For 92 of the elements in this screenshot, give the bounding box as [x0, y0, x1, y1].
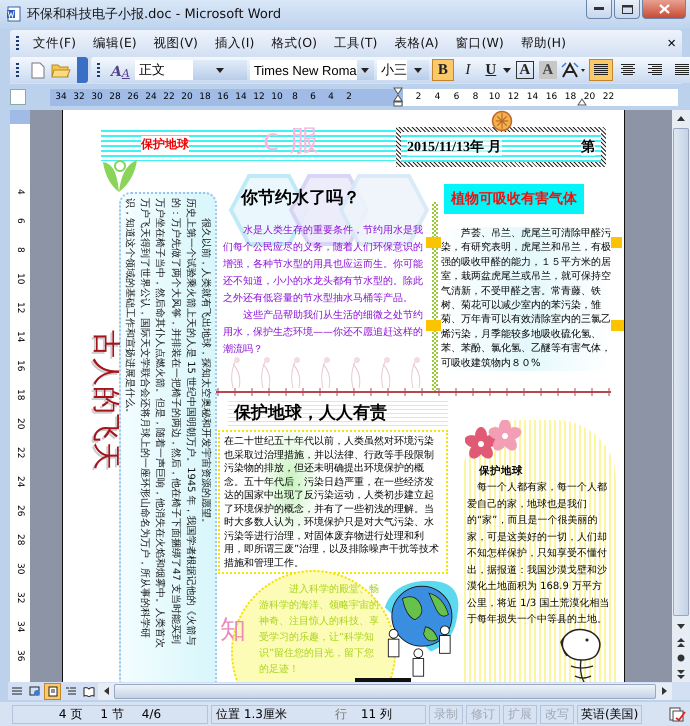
ruler-number: 32 — [72, 92, 86, 102]
ruler-number: 24 — [144, 92, 158, 102]
ruler-number: 34 — [54, 92, 68, 102]
underline-button[interactable]: U — [482, 59, 500, 81]
ruler-number: 10 — [14, 272, 26, 286]
ruler-number: 6 — [309, 92, 317, 102]
ruler-number: 12 — [506, 92, 520, 102]
article-heading: 你节约水了吗？ — [241, 187, 360, 209]
date-text: 2015/11/13年 月 — [407, 138, 502, 156]
ruler-number: 10 — [270, 92, 284, 102]
ruler-number: 8 — [472, 92, 480, 102]
ruler-number: 16 — [14, 358, 26, 374]
issue-text: 第 — [581, 138, 595, 156]
section-indicator: 1 节 — [100, 706, 124, 722]
menu-item[interactable]: 工具(T) — [326, 32, 386, 54]
style-dropdown[interactable]: 正文 — [134, 60, 247, 80]
ruler-number: 4 — [327, 92, 335, 102]
ruler-number: 16 — [216, 92, 230, 102]
ruler-number: 36 — [14, 648, 26, 664]
ruler-number: 2 — [414, 92, 422, 102]
article-paragraph: 水是人类生存的重要条件，节约用水是我们每个公民应尽的义务，随着人们环保意识的增强，各种节水型的用具也应运而生。你可能还不知道，小小的水龙头都有节水型的。除此之外还有低容量的节水型抽水马桶等产品。 — [223, 224, 424, 306]
column-indicator: 11 列 — [360, 706, 392, 722]
ruler-number: 8 — [291, 92, 299, 102]
bold-button[interactable]: B — [432, 59, 454, 81]
header-title: 保护地球 — [141, 136, 189, 153]
article-paragraph: 进入科学的殿堂、畅游科学的海洋、领略宇宙的神奇、注目惊人的科技、享受学习的乐趣，让“科学知识”留住您的目光，留下您的足迹！ — [259, 582, 380, 677]
ruler-number: 32 — [14, 590, 26, 606]
menu-item[interactable]: 编辑(E) — [84, 32, 146, 54]
line-indicator: 行 — [334, 706, 347, 722]
window-title: 环保和科技电子小报.doc - Microsoft Word — [27, 6, 282, 23]
ruler-number: 30 — [14, 562, 26, 576]
ruler-number: 14 — [526, 92, 540, 102]
menu-item[interactable]: 格式(O) — [263, 32, 326, 54]
menu-item[interactable]: 表格(A) — [386, 32, 448, 54]
ruler-number: 14 — [234, 92, 248, 102]
vertical-text-line: 识，知道这个领域的基础工作和宣扬进展是什么。 — [122, 198, 136, 420]
ruler-number: 28 — [14, 532, 26, 548]
ruler-number: 12 — [14, 300, 26, 316]
vertical-text-line: 的：万户先做了两个大风筝，并排装在一把椅子的两边，然后，他在椅子下面捆绑了47 支当时能买到 — [168, 198, 182, 646]
ruler-number: 4 — [14, 188, 26, 196]
ruler-number: 18 — [198, 92, 212, 102]
font-size-dropdown[interactable]: 小三 — [376, 60, 429, 80]
vertical-text-line: 万户飞天得到了世界公认，国际天文学联合会还将月球上的一座环形山命名为万户，所从事的科学研 — [138, 198, 152, 640]
ruler-number: 22 — [602, 92, 616, 102]
ruler-number: 14 — [14, 330, 26, 344]
ruler-number: 20 — [180, 92, 194, 102]
menu-item[interactable]: 帮助(H) — [512, 32, 575, 54]
ruler-number: 28 — [108, 92, 122, 102]
position-indicator: 位置 1.3厘米 — [216, 706, 287, 722]
ruler-number: 20 — [14, 416, 26, 432]
ruler-number: 26 — [14, 504, 26, 518]
ruler-number: 30 — [90, 92, 104, 102]
styles-button[interactable]: AA — [109, 60, 132, 80]
ruler-number: 22 — [14, 446, 26, 460]
article-heading: 保护地球，人人有责 — [228, 398, 448, 427]
ruler-number: 8 — [14, 246, 26, 254]
page-indicator: 4 页 — [58, 706, 82, 722]
vertical-text-line: 很久以前，人类就有飞出地球，探知太空奥秘和开发宇宙资源的愿望。 — [199, 217, 212, 530]
ruler-number: 18 — [14, 388, 26, 402]
ruler-number: 6 — [452, 92, 460, 102]
menu-item[interactable]: 窗口(W) — [448, 32, 513, 54]
font-dropdown[interactable]: Times New Roma — [250, 60, 374, 80]
ruler-number: 6 — [14, 216, 26, 226]
article-paragraph: 芦荟、吊兰、虎尾兰可清除甲醛污染，有研究表明，虎尾兰和吊兰，有极强的吸收甲醛的能力，１５平方米的居室，栽两盆虎尾兰或吊兰，就可保持空气清新，不受甲醛之害。常青藤、铁树、菊花可以减少室内的苯污染，雏菊、万年青可以有效清除室内的三氯乙烯污染，月季能较多地吸收硫化氢、苯、苯酚、氯化氢、乙醚等有害气体，可吸收建筑物内８０% — [441, 227, 611, 372]
vertical-title: 古人的飞天 — [89, 330, 124, 472]
article-paragraph: 在二十世纪五十年代以前，人类虽然对环境污染也采取过治理措施，并以法律、行政等手段限制污染物的排放，但还未明确提出环境保护的概念。五十年代后，污染日趋严重，在一些经济发达的国家中出现了反污染运动，人类初步建立起了环境保护的概念，并有了一些初浅的理解。当时大多数人认为，环境保护只是对大气污染、水污染等进行治理，对固体废弃物进行处理和利用，即所谓三废”治理，以及排除噪声干扰等技术措施和管理工作。 — [224, 435, 440, 570]
menu-item[interactable]: 视图(V) — [146, 32, 207, 54]
ruler-number: 12 — [252, 92, 266, 102]
ruler-number: 10 — [488, 92, 502, 102]
ruler-number: 2 — [345, 92, 353, 102]
ruler-number: 18 — [564, 92, 578, 102]
ruler-number: 16 — [544, 92, 558, 102]
article-heading: 保护地球 — [479, 464, 523, 478]
border-button[interactable]: A — [514, 59, 536, 81]
menu-item[interactable]: 文件(F) — [25, 32, 85, 54]
ruler-number: 4 — [434, 92, 442, 102]
ruler-number: 26 — [126, 92, 140, 102]
ruler-number: 24 — [14, 474, 26, 490]
language-indicator[interactable]: 英语(美国) — [577, 704, 642, 724]
article-heading: 植物可吸收有害气体 — [444, 184, 584, 214]
ruler-number: 22 — [162, 92, 176, 102]
vertical-text-line: 历史上第一个试验乘火箭上天的人是 15 世纪中国明朝万户。1945 年，我国学者根据记他的《火箭与 — [184, 198, 198, 648]
ruler-number: 20 — [582, 92, 596, 102]
shade-button[interactable]: A — [538, 61, 557, 79]
vertical-text-line: 万户坐在椅子当中，然后命其仆人点燃火箭。但是，随着一声巨响，他消失在火焰和烟雾中。人类首次 — [153, 198, 166, 650]
article-paragraph: 每一个人都有家，每一个人都爱自己的家，地球也是我们的“家”，而且是一个很美丽的家，可是这美好的一切，人们却不知怎样保护，只知享受不懂付出，据报道：我国沙漠戈壁和沙漠化土地面积为 168.9 万平方公里，将近 1/3 国土荒漠化相当于每年损失一个中等县的土地。 — [467, 480, 610, 627]
ruler-number: 34 — [14, 620, 26, 634]
menu-item[interactable]: 插入(I) — [206, 32, 264, 54]
close-document-button[interactable]: × — [661, 34, 682, 52]
article-paragraph: 这些产品帮助我们从生活的细微之处节约用水，保护生态环境——你还不愿追赶这样的潮流吗？ — [223, 308, 424, 357]
italic-button[interactable]: I — [456, 59, 479, 81]
page-count: 4/6 — [142, 707, 162, 721]
